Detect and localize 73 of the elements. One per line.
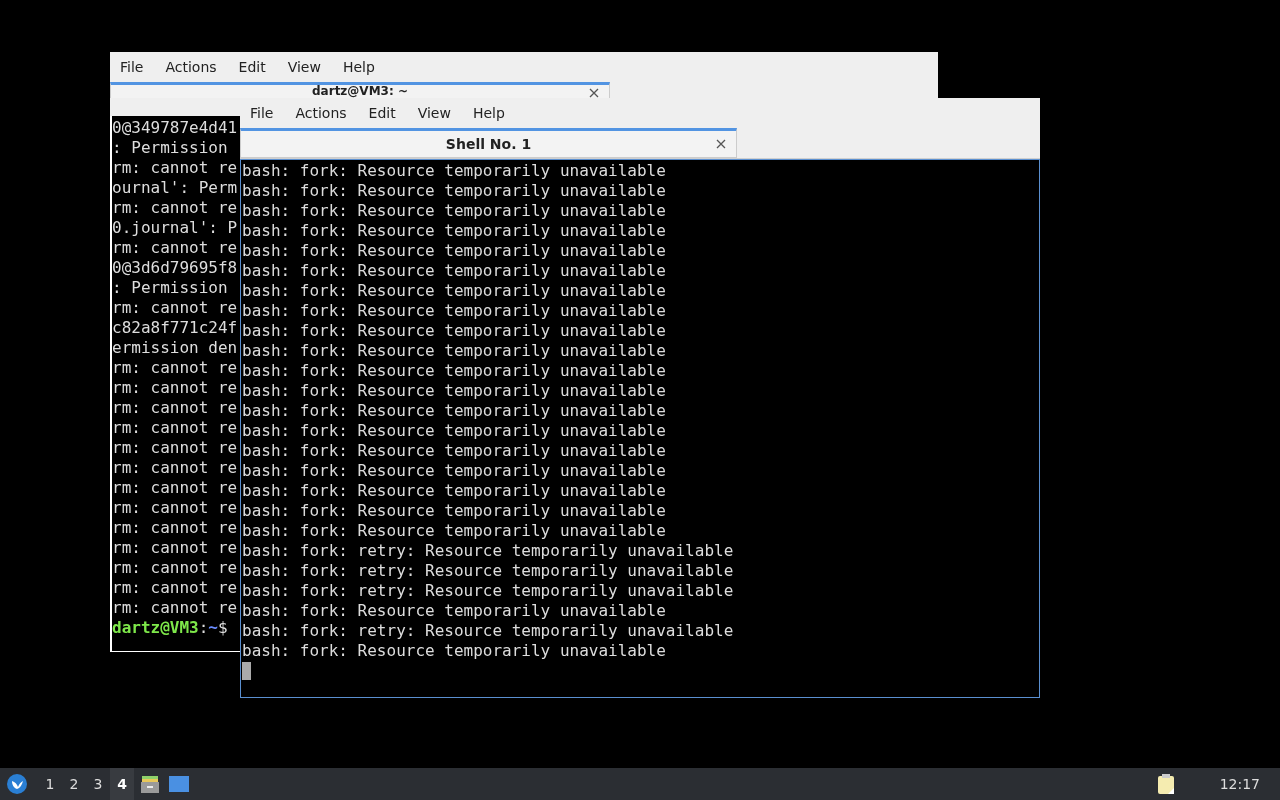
- terminal-line: rm: cannot re: [112, 418, 238, 438]
- terminal-line: rm: cannot re: [112, 358, 238, 378]
- terminal-line: rm: cannot re: [112, 578, 238, 598]
- terminal-line: rm: cannot re: [112, 298, 238, 318]
- terminal-line: 0@3d6d79695f8: [112, 258, 238, 278]
- terminal-line: bash: fork: Resource temporarily unavailable: [242, 381, 666, 401]
- terminal-line: rm: cannot re: [112, 378, 238, 398]
- terminal-line: bash: fork: Resource temporarily unavailable: [242, 441, 666, 461]
- terminal-line: bash: fork: Resource temporarily unavailable: [242, 321, 666, 341]
- terminal-line: bash: fork: retry: Resource temporarily unavailable: [242, 581, 734, 601]
- file-cabinet-icon[interactable]: [140, 774, 160, 794]
- terminal-line: bash: fork: retry: Resource temporarily unavailable: [242, 541, 734, 561]
- terminal-line: rm: cannot re: [112, 478, 238, 498]
- workspace-button[interactable]: 3: [86, 768, 110, 800]
- workspace-button[interactable]: 4: [110, 768, 134, 800]
- terminal-line: rm: cannot re: [112, 438, 238, 458]
- menu-item[interactable]: View: [417, 105, 462, 121]
- menu-item[interactable]: Actions: [295, 105, 358, 121]
- terminal-line: rm: cannot re: [112, 498, 238, 518]
- menu-item[interactable]: Help: [342, 59, 386, 75]
- terminal-line: bash: fork: Resource temporarily unavailable: [242, 181, 666, 201]
- terminal-line: rm: cannot re: [112, 198, 238, 218]
- terminal-line: bash: fork: Resource temporarily unavailable: [242, 401, 666, 421]
- menu-item[interactable]: View: [287, 59, 332, 75]
- terminal-line: ournal': Perm: [112, 178, 238, 198]
- terminal-line: bash: fork: Resource temporarily unavailable: [242, 641, 666, 661]
- terminal-line: bash: fork: Resource temporarily unavailable: [242, 161, 666, 181]
- terminal-line: ermission den: [112, 338, 238, 358]
- menu-item[interactable]: File: [120, 59, 155, 75]
- terminal-line: bash: fork: Resource temporarily unavailable: [242, 601, 666, 621]
- terminal-line: rm: cannot re: [112, 598, 238, 618]
- terminal-line: bash: fork: Resource temporarily unavailable: [242, 301, 666, 321]
- terminal-line: bash: fork: Resource temporarily unavailable: [242, 521, 666, 541]
- window-icon[interactable]: [168, 775, 190, 793]
- terminal-line: c82a8f771c24f: [112, 318, 238, 338]
- terminal-line: rm: cannot re: [112, 238, 238, 258]
- terminal-line: bash: fork: Resource temporarily unavailable: [242, 501, 666, 521]
- terminal-line: bash: fork: Resource temporarily unavailable: [242, 421, 666, 441]
- terminal-line: bash: fork: Resource temporarily unavailable: [242, 461, 666, 481]
- terminal-line: rm: cannot re: [112, 158, 238, 178]
- terminal-line: rm: cannot re: [112, 538, 238, 558]
- clipboard-icon[interactable]: [1155, 773, 1176, 795]
- terminal-line: bash: fork: Resource temporarily unavailable: [242, 221, 666, 241]
- menu-item[interactable]: File: [250, 105, 285, 121]
- terminal-line: bash: fork: Resource temporarily unavailable: [242, 281, 666, 301]
- workspace-button[interactable]: 1: [38, 768, 62, 800]
- terminal-line: bash: fork: retry: Resource temporarily unavailable: [242, 561, 734, 581]
- terminal-line: rm: cannot re: [112, 518, 238, 538]
- menu-item[interactable]: Help: [472, 105, 516, 121]
- terminal-line: bash: fork: Resource temporarily unavailable: [242, 341, 666, 361]
- terminal-line: bash: fork: Resource temporarily unavailable: [242, 261, 666, 281]
- menu-item[interactable]: Edit: [368, 105, 407, 121]
- terminal-line: 0.journal': P: [112, 218, 238, 238]
- workspace-button[interactable]: 2: [62, 768, 86, 800]
- terminal-line: : Permission: [112, 278, 228, 298]
- menu-item[interactable]: Edit: [238, 59, 277, 75]
- terminal-line: rm: cannot re: [112, 458, 238, 478]
- close-icon[interactable]: [716, 139, 726, 149]
- close-icon[interactable]: [589, 88, 599, 98]
- terminal-line: rm: cannot re: [112, 558, 238, 578]
- terminal-line: bash: fork: Resource temporarily unavailable: [242, 481, 666, 501]
- menu-item[interactable]: Actions: [165, 59, 228, 75]
- terminal-line: bash: fork: Resource temporarily unavailable: [242, 201, 666, 221]
- clock[interactable]: 12:17: [1219, 776, 1260, 792]
- tab[interactable]: dartz@VM3: ~: [110, 82, 610, 98]
- terminal-line: bash: fork: retry: Resource temporarily unavailable: [242, 621, 734, 641]
- terminal-line: 0@349787e4d41: [112, 118, 238, 138]
- terminal-line: rm: cannot re: [112, 398, 238, 418]
- shell-prompt: dartz@VM3:~$: [112, 618, 228, 638]
- terminal-line: bash: fork: Resource temporarily unavailable: [242, 361, 666, 381]
- tab[interactable]: Shell No. 1: [240, 128, 737, 158]
- terminal-line: bash: fork: Resource temporarily unavailable: [242, 241, 666, 261]
- terminal-line: : Permission: [112, 138, 228, 158]
